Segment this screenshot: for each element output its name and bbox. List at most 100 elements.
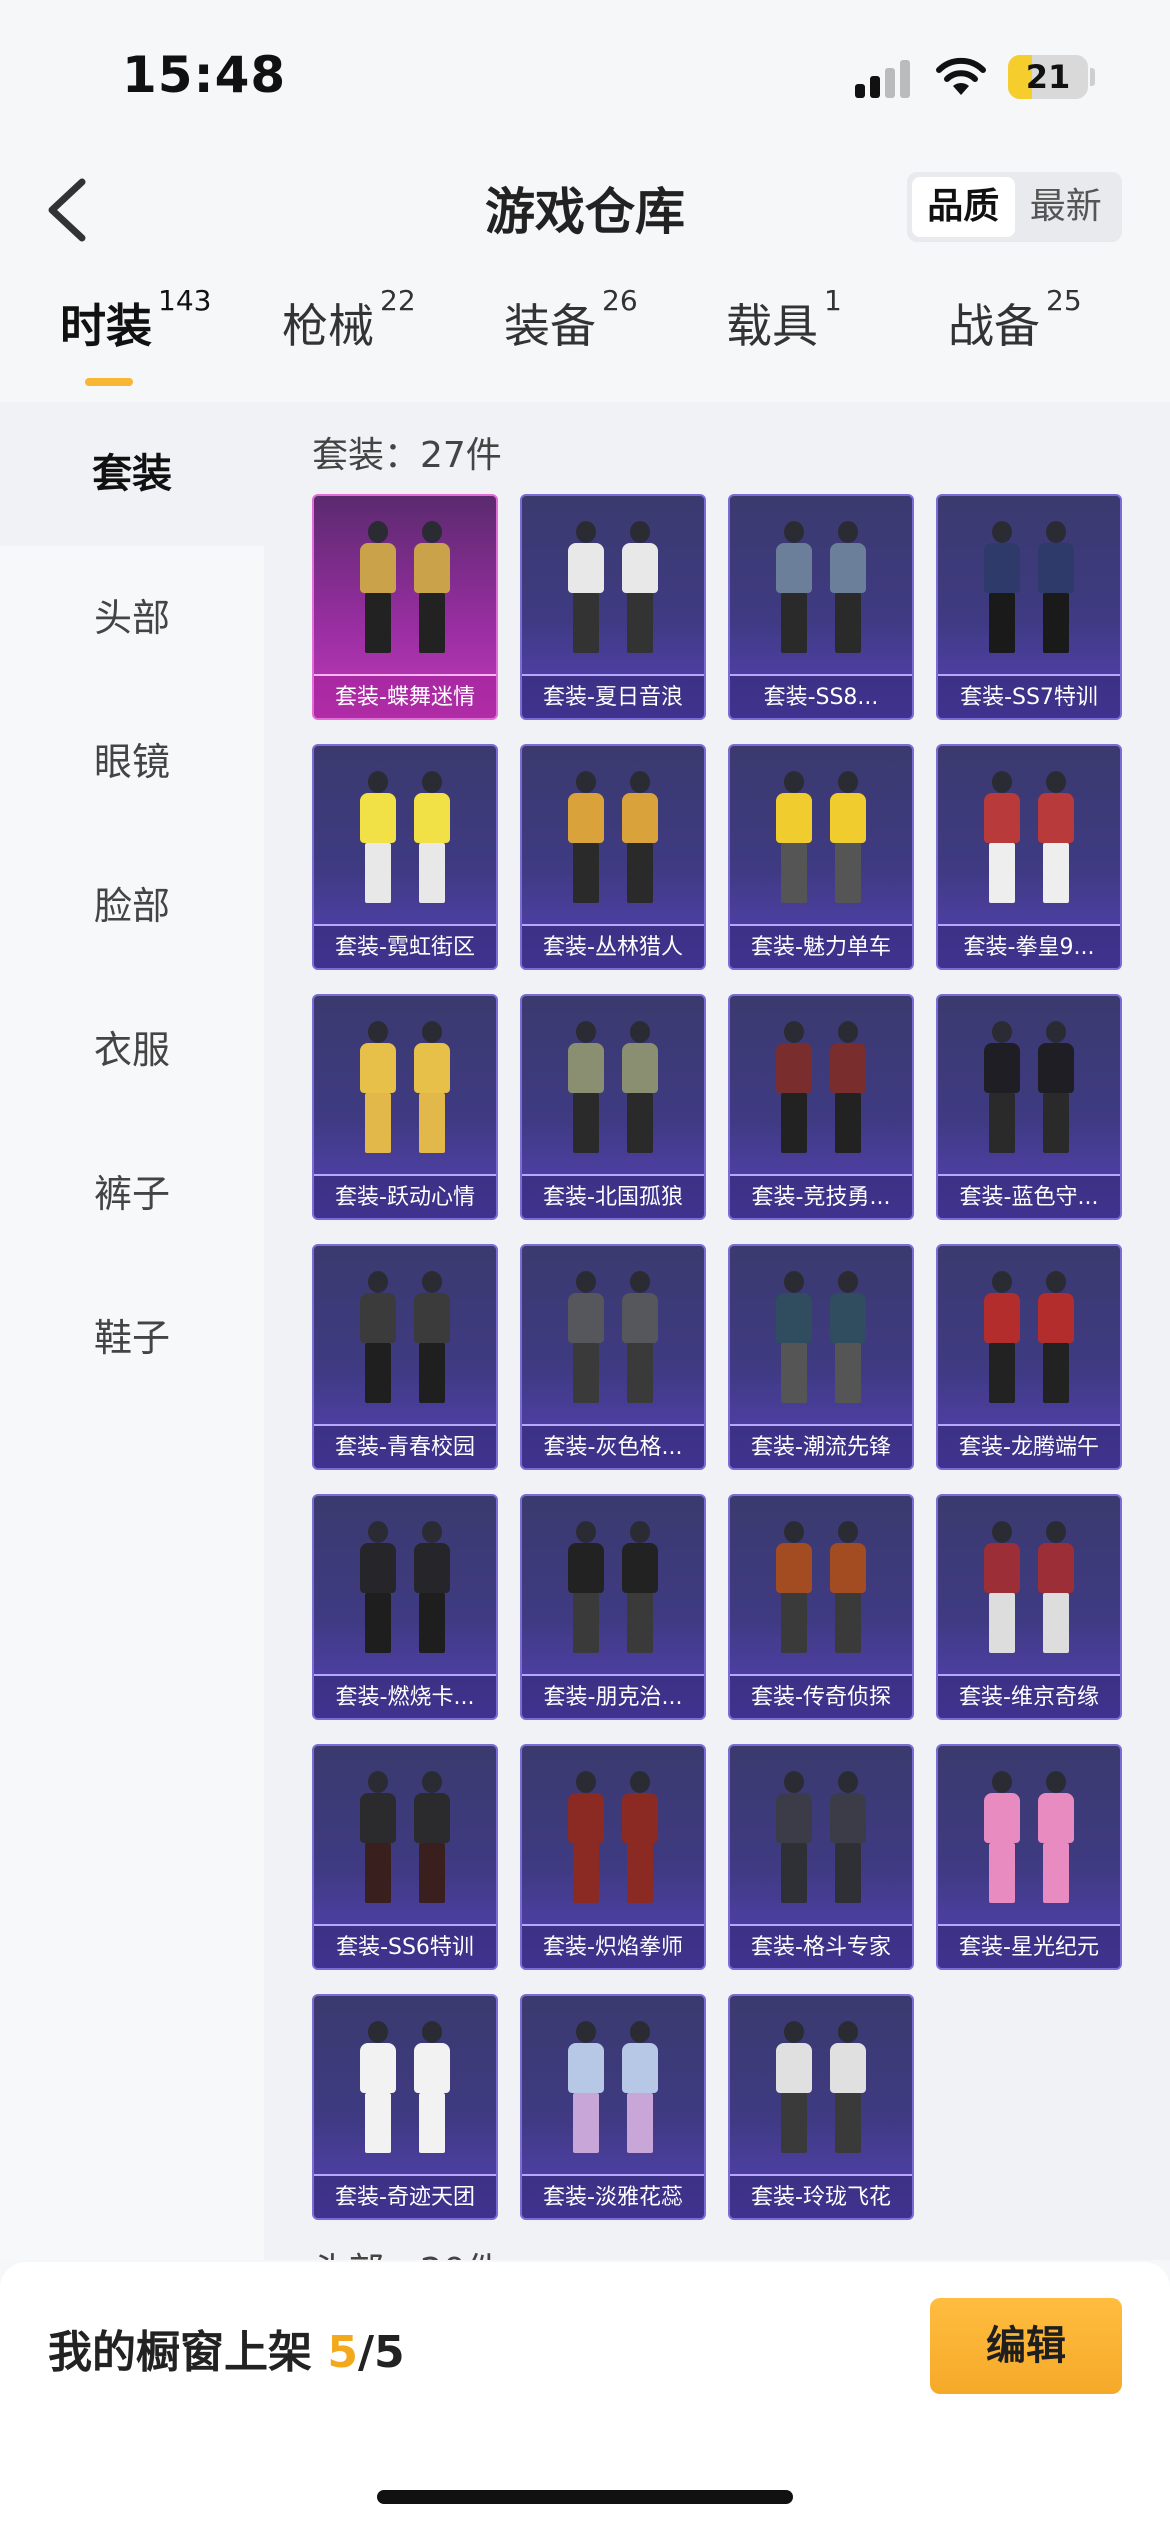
outfit-card-label: 套装-北国孤狼	[522, 1174, 704, 1218]
outfit-card[interactable]: 套装-龙腾端午	[936, 1244, 1122, 1470]
sidebar: 套装 头部 眼镜 脸部 衣服 裤子 鞋子	[0, 402, 264, 2260]
tab-vehicles[interactable]: 载具 1	[726, 284, 948, 400]
outfit-card[interactable]: 套装-SS6特训	[312, 1744, 498, 1970]
outfit-card-label: 套装-奇迹天团	[314, 2174, 496, 2218]
item-content: 套装：27件 套装-蝶舞迷情 套装-夏日音浪 套装-SS8... 套装-SS7特训 套装…	[264, 402, 1170, 2260]
outfit-card-label: 套装-竞技勇...	[730, 1174, 912, 1218]
sort-quality-button[interactable]: 品质	[912, 177, 1015, 237]
outfit-card[interactable]: 套装-奇迹天团	[312, 1994, 498, 2220]
outfit-figure	[771, 1521, 817, 1659]
outfit-card[interactable]: 套装-玲珑飞花	[728, 1994, 914, 2220]
outfit-card-label: 套装-星光纪元	[938, 1924, 1120, 1968]
outfit-card-label: 套装-炽焰拳师	[522, 1924, 704, 1968]
outfit-card-label: 套装-燃烧卡...	[314, 1674, 496, 1718]
outfit-image	[730, 1756, 912, 1924]
outfit-image	[730, 1006, 912, 1174]
outfit-image	[522, 2006, 704, 2174]
outfit-card[interactable]: 套装-维京奇缘	[936, 1494, 1122, 1720]
outfit-figure	[979, 771, 1025, 909]
outfit-card[interactable]: 套装-北国孤狼	[520, 994, 706, 1220]
outfit-image	[730, 506, 912, 674]
outfit-card[interactable]: 套装-魅力单车	[728, 744, 914, 970]
outfit-image	[730, 2006, 912, 2174]
sidebar-item-face[interactable]: 脸部	[0, 834, 264, 978]
outfit-image	[314, 1006, 496, 1174]
outfit-card[interactable]: 套装-丛林猎人	[520, 744, 706, 970]
outfit-card[interactable]: 套装-炽焰拳师	[520, 1744, 706, 1970]
outfit-figure	[409, 1771, 455, 1909]
outfit-card-label: 套装-丛林猎人	[522, 924, 704, 968]
outfit-figure	[617, 2021, 663, 2159]
outfit-card-label: 套装-夏日音浪	[522, 674, 704, 718]
status-time: 15:48	[122, 46, 287, 104]
outfit-card[interactable]: 套装-蝶舞迷情	[312, 494, 498, 720]
outfit-card[interactable]: 套装-竞技勇...	[728, 994, 914, 1220]
outfit-card-label: 套装-蓝色守...	[938, 1174, 1120, 1218]
battery-level: 21	[1025, 58, 1071, 96]
tab-label: 载具	[726, 299, 818, 353]
outfit-card[interactable]: 套装-淡雅花蕊	[520, 1994, 706, 2220]
outfit-card-label: 套装-SS8...	[730, 674, 912, 718]
outfit-card[interactable]: 套装-蓝色守...	[936, 994, 1122, 1220]
edit-button[interactable]: 编辑	[930, 2298, 1122, 2394]
outfit-image	[522, 1756, 704, 1924]
outfit-figure	[825, 1271, 871, 1409]
tab-count: 26	[602, 284, 638, 317]
sort-newest-button[interactable]: 最新	[1015, 177, 1118, 237]
section-title: 套装：27件	[312, 435, 502, 476]
outfit-figure	[409, 521, 455, 659]
outfit-card[interactable]: 套装-格斗专家	[728, 1744, 914, 1970]
outfit-card[interactable]: 套装-灰色格...	[520, 1244, 706, 1470]
outfit-figure	[563, 1771, 609, 1909]
header: 游戏仓库 品质 最新	[0, 150, 1170, 270]
tab-guns[interactable]: 枪械 22	[282, 284, 504, 400]
outfit-figure	[825, 1771, 871, 1909]
outfit-card[interactable]: 套装-潮流先锋	[728, 1244, 914, 1470]
sidebar-item-head[interactable]: 头部	[0, 546, 264, 690]
outfit-figure	[1033, 1021, 1079, 1159]
outfit-card[interactable]: 套装-夏日音浪	[520, 494, 706, 720]
outfit-card[interactable]: 套装-燃烧卡...	[312, 1494, 498, 1720]
sidebar-item-clothes[interactable]: 衣服	[0, 978, 264, 1122]
outfit-card[interactable]: 套装-青春校园	[312, 1244, 498, 1470]
outfit-card[interactable]: 套装-拳皇9...	[936, 744, 1122, 970]
outfit-card-label: 套装-青春校园	[314, 1424, 496, 1468]
tab-label: 战备	[948, 299, 1040, 353]
tab-count: 25	[1046, 284, 1082, 317]
outfit-figure	[355, 771, 401, 909]
outfit-card-label: 套装-传奇侦探	[730, 1674, 912, 1718]
sidebar-item-outfits[interactable]: 套装	[0, 402, 264, 546]
outfit-card[interactable]: 套装-传奇侦探	[728, 1494, 914, 1720]
tab-label: 时装	[60, 299, 152, 353]
item-grid: 套装-蝶舞迷情 套装-夏日音浪 套装-SS8... 套装-SS7特训 套装-霓虹街区 套装…	[312, 494, 1170, 2220]
outfit-figure	[1033, 1771, 1079, 1909]
outfit-figure	[1033, 1521, 1079, 1659]
tab-equipment[interactable]: 装备 26	[504, 284, 726, 400]
tab-active-indicator	[85, 378, 133, 386]
outfit-figure	[563, 1271, 609, 1409]
outfit-figure	[563, 2021, 609, 2159]
outfit-figure	[355, 1271, 401, 1409]
outfit-figure	[563, 771, 609, 909]
outfit-figure	[355, 521, 401, 659]
outfit-image	[314, 1506, 496, 1674]
outfit-card[interactable]: 套装-霓虹街区	[312, 744, 498, 970]
sidebar-item-glasses[interactable]: 眼镜	[0, 690, 264, 834]
outfit-card-label: 套装-朋克治...	[522, 1674, 704, 1718]
outfit-figure	[1033, 771, 1079, 909]
tab-fashion[interactable]: 时装 143	[60, 284, 282, 400]
tab-count: 1	[824, 284, 842, 317]
sidebar-item-pants[interactable]: 裤子	[0, 1122, 264, 1266]
tab-gear[interactable]: 战备 25	[948, 284, 1170, 400]
outfit-figure	[409, 2021, 455, 2159]
outfit-card[interactable]: 套装-星光纪元	[936, 1744, 1122, 1970]
outfit-figure	[617, 1521, 663, 1659]
outfit-card[interactable]: 套装-跃动心情	[312, 994, 498, 1220]
outfit-figure	[825, 2021, 871, 2159]
outfit-card[interactable]: 套装-SS8...	[728, 494, 914, 720]
outfit-card[interactable]: 套装-SS7特训	[936, 494, 1122, 720]
outfit-figure	[771, 1021, 817, 1159]
outfit-card[interactable]: 套装-朋克治...	[520, 1494, 706, 1720]
cellular-signal-icon	[855, 60, 915, 98]
sidebar-item-shoes[interactable]: 鞋子	[0, 1266, 264, 1410]
